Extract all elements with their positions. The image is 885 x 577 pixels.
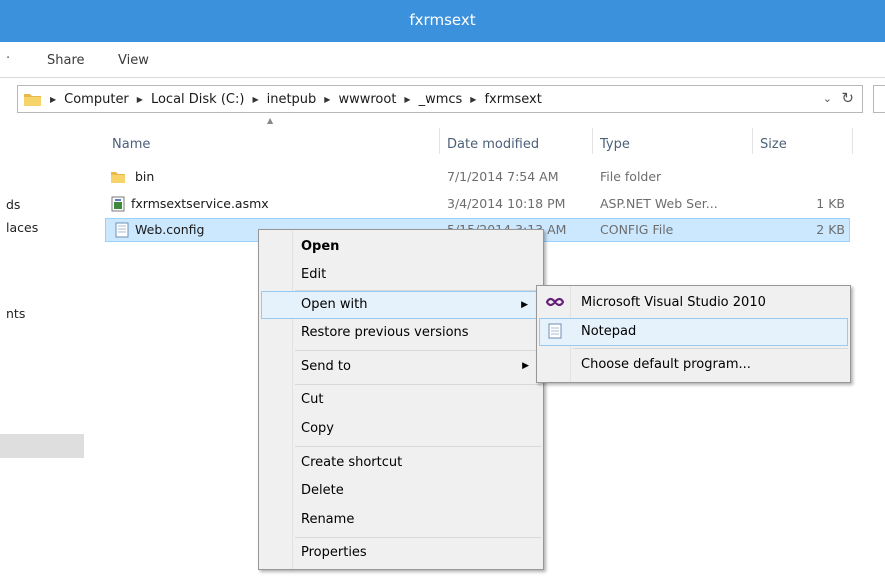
file-name: Web.config bbox=[135, 222, 205, 237]
breadcrumb-separator-icon[interactable]: ▶ bbox=[252, 95, 258, 104]
tab-share[interactable]: Share bbox=[47, 53, 85, 68]
menu-separator bbox=[295, 446, 541, 447]
menu-item-label: Open bbox=[301, 239, 340, 254]
folder-icon bbox=[24, 94, 41, 106]
column-divider[interactable] bbox=[439, 128, 440, 154]
menu-item-open[interactable]: Open bbox=[261, 233, 541, 261]
open-with-submenu: Microsoft Visual Studio 2010 Notepad Cho… bbox=[536, 285, 851, 383]
column-divider[interactable] bbox=[852, 128, 853, 154]
menu-item-delete[interactable]: Delete bbox=[261, 477, 541, 505]
breadcrumb-separator-icon[interactable]: ▶ bbox=[470, 95, 476, 104]
menu-item-label: Microsoft Visual Studio 2010 bbox=[581, 295, 766, 310]
menu-item-create-shortcut[interactable]: Create shortcut bbox=[261, 449, 541, 477]
search-box[interactable] bbox=[873, 85, 885, 113]
file-name: bin bbox=[135, 169, 155, 184]
column-header-date[interactable]: Date modified bbox=[447, 128, 587, 160]
file-type: CONFIG File bbox=[600, 222, 674, 237]
menu-item-visual-studio-2010[interactable]: Microsoft Visual Studio 2010 bbox=[539, 289, 848, 317]
file-row-bin[interactable]: bin 7/1/2014 7:54 AM File folder bbox=[105, 165, 850, 189]
column-header-type-label: Type bbox=[600, 136, 630, 152]
menu-item-properties[interactable]: Properties bbox=[261, 539, 541, 567]
menu-item-restore-previous-versions[interactable]: Restore previous versions bbox=[261, 319, 541, 347]
file-size: 2 KB bbox=[816, 222, 845, 237]
sort-ascending-icon: ▲ bbox=[267, 116, 274, 125]
menu-separator bbox=[295, 350, 541, 351]
menu-item-label: Edit bbox=[301, 267, 327, 282]
nav-item-recent-places[interactable]: laces bbox=[6, 220, 38, 235]
refresh-icon[interactable]: ↻ bbox=[841, 89, 854, 107]
breadcrumb-fxrmsext[interactable]: fxrmsext bbox=[484, 92, 541, 107]
menu-item-choose-default-program[interactable]: Choose default program... bbox=[539, 351, 848, 379]
menu-item-copy[interactable]: Copy bbox=[261, 415, 541, 443]
ribbon-overflow-dot: · bbox=[6, 51, 11, 66]
menu-item-label: Send to bbox=[301, 359, 351, 374]
window-title: fxrmsext bbox=[409, 11, 476, 29]
asmx-file-icon bbox=[111, 196, 125, 212]
breadcrumb-separator-icon[interactable]: ▶ bbox=[137, 95, 143, 104]
nav-selected-item[interactable] bbox=[0, 434, 84, 458]
menu-item-label: Notepad bbox=[581, 324, 637, 339]
menu-item-label: Properties bbox=[301, 545, 367, 560]
menu-separator bbox=[295, 384, 541, 385]
menu-item-open-with[interactable]: Open with ▶ bbox=[261, 291, 541, 319]
column-divider[interactable] bbox=[592, 128, 593, 154]
breadcrumb-separator-icon[interactable]: ▶ bbox=[324, 95, 330, 104]
column-header-size-label: Size bbox=[760, 136, 787, 152]
submenu-arrow-icon: ▶ bbox=[522, 361, 529, 371]
menu-item-label: Create shortcut bbox=[301, 455, 403, 470]
context-menu: Open Edit Open with ▶ Restore previous ve… bbox=[258, 229, 544, 570]
column-divider[interactable] bbox=[752, 128, 753, 154]
file-row-fxrmsextservice[interactable]: fxrmsextservice.asmx 3/4/2014 10:18 PM A… bbox=[105, 192, 850, 216]
ribbon-tabs: · Share View bbox=[0, 42, 885, 78]
menu-separator bbox=[295, 537, 541, 538]
menu-item-send-to[interactable]: Send to ▶ bbox=[261, 353, 541, 381]
menu-separator bbox=[573, 348, 848, 349]
column-header-name-label: Name bbox=[112, 136, 151, 152]
folder-icon bbox=[111, 172, 125, 183]
notepad-icon bbox=[548, 323, 562, 339]
menu-item-label: Open with bbox=[301, 297, 368, 312]
address-bar[interactable]: ▶ Computer ▶ Local Disk (C:) ▶ inetpub ▶… bbox=[17, 85, 863, 113]
menu-item-cut[interactable]: Cut bbox=[261, 386, 541, 414]
column-header-size[interactable]: Size bbox=[760, 128, 840, 160]
file-type: ASP.NET Web Ser... bbox=[600, 196, 718, 211]
menu-item-label: Delete bbox=[301, 483, 344, 498]
menu-item-rename[interactable]: Rename bbox=[261, 506, 541, 534]
column-header-date-label: Date modified bbox=[447, 136, 540, 152]
file-type: File folder bbox=[600, 169, 662, 184]
file-size: 1 KB bbox=[816, 196, 845, 211]
file-name: fxrmsextservice.asmx bbox=[131, 196, 269, 211]
breadcrumb-inetpub[interactable]: inetpub bbox=[267, 92, 317, 107]
breadcrumb-wwwroot[interactable]: wwwroot bbox=[338, 92, 396, 107]
nav-item-documents[interactable]: nts bbox=[6, 306, 25, 321]
menu-item-label: Cut bbox=[301, 392, 324, 407]
breadcrumb-separator-icon[interactable]: ▶ bbox=[404, 95, 410, 104]
menu-item-edit[interactable]: Edit bbox=[261, 261, 541, 289]
navigation-pane: ds laces nts bbox=[0, 120, 88, 577]
column-header-type[interactable]: Type bbox=[600, 128, 740, 160]
menu-item-label: Choose default program... bbox=[581, 357, 751, 372]
visual-studio-icon bbox=[546, 297, 564, 307]
file-date: 7/1/2014 7:54 AM bbox=[447, 169, 559, 184]
menu-item-label: Restore previous versions bbox=[301, 325, 469, 340]
menu-item-label: Copy bbox=[301, 421, 334, 436]
menu-item-label: Rename bbox=[301, 512, 355, 527]
breadcrumb-computer[interactable]: Computer bbox=[64, 92, 129, 107]
chevron-down-icon[interactable]: ⌄ bbox=[823, 92, 832, 105]
submenu-arrow-icon: ▶ bbox=[521, 300, 528, 310]
tab-view[interactable]: View bbox=[118, 53, 149, 68]
breadcrumb-wmcs[interactable]: _wmcs bbox=[419, 92, 463, 107]
breadcrumb-local-disk[interactable]: Local Disk (C:) bbox=[151, 92, 244, 107]
title-bar: fxrmsext bbox=[0, 0, 885, 42]
breadcrumb-separator-icon: ▶ bbox=[50, 94, 57, 104]
column-header-name[interactable]: Name bbox=[112, 128, 432, 160]
config-file-icon bbox=[115, 222, 129, 238]
nav-item-downloads[interactable]: ds bbox=[6, 197, 20, 212]
menu-item-notepad[interactable]: Notepad bbox=[539, 318, 848, 346]
file-date: 3/4/2014 10:18 PM bbox=[447, 196, 566, 211]
breadcrumb: ▶ Computer ▶ Local Disk (C:) ▶ inetpub ▶… bbox=[50, 86, 542, 112]
